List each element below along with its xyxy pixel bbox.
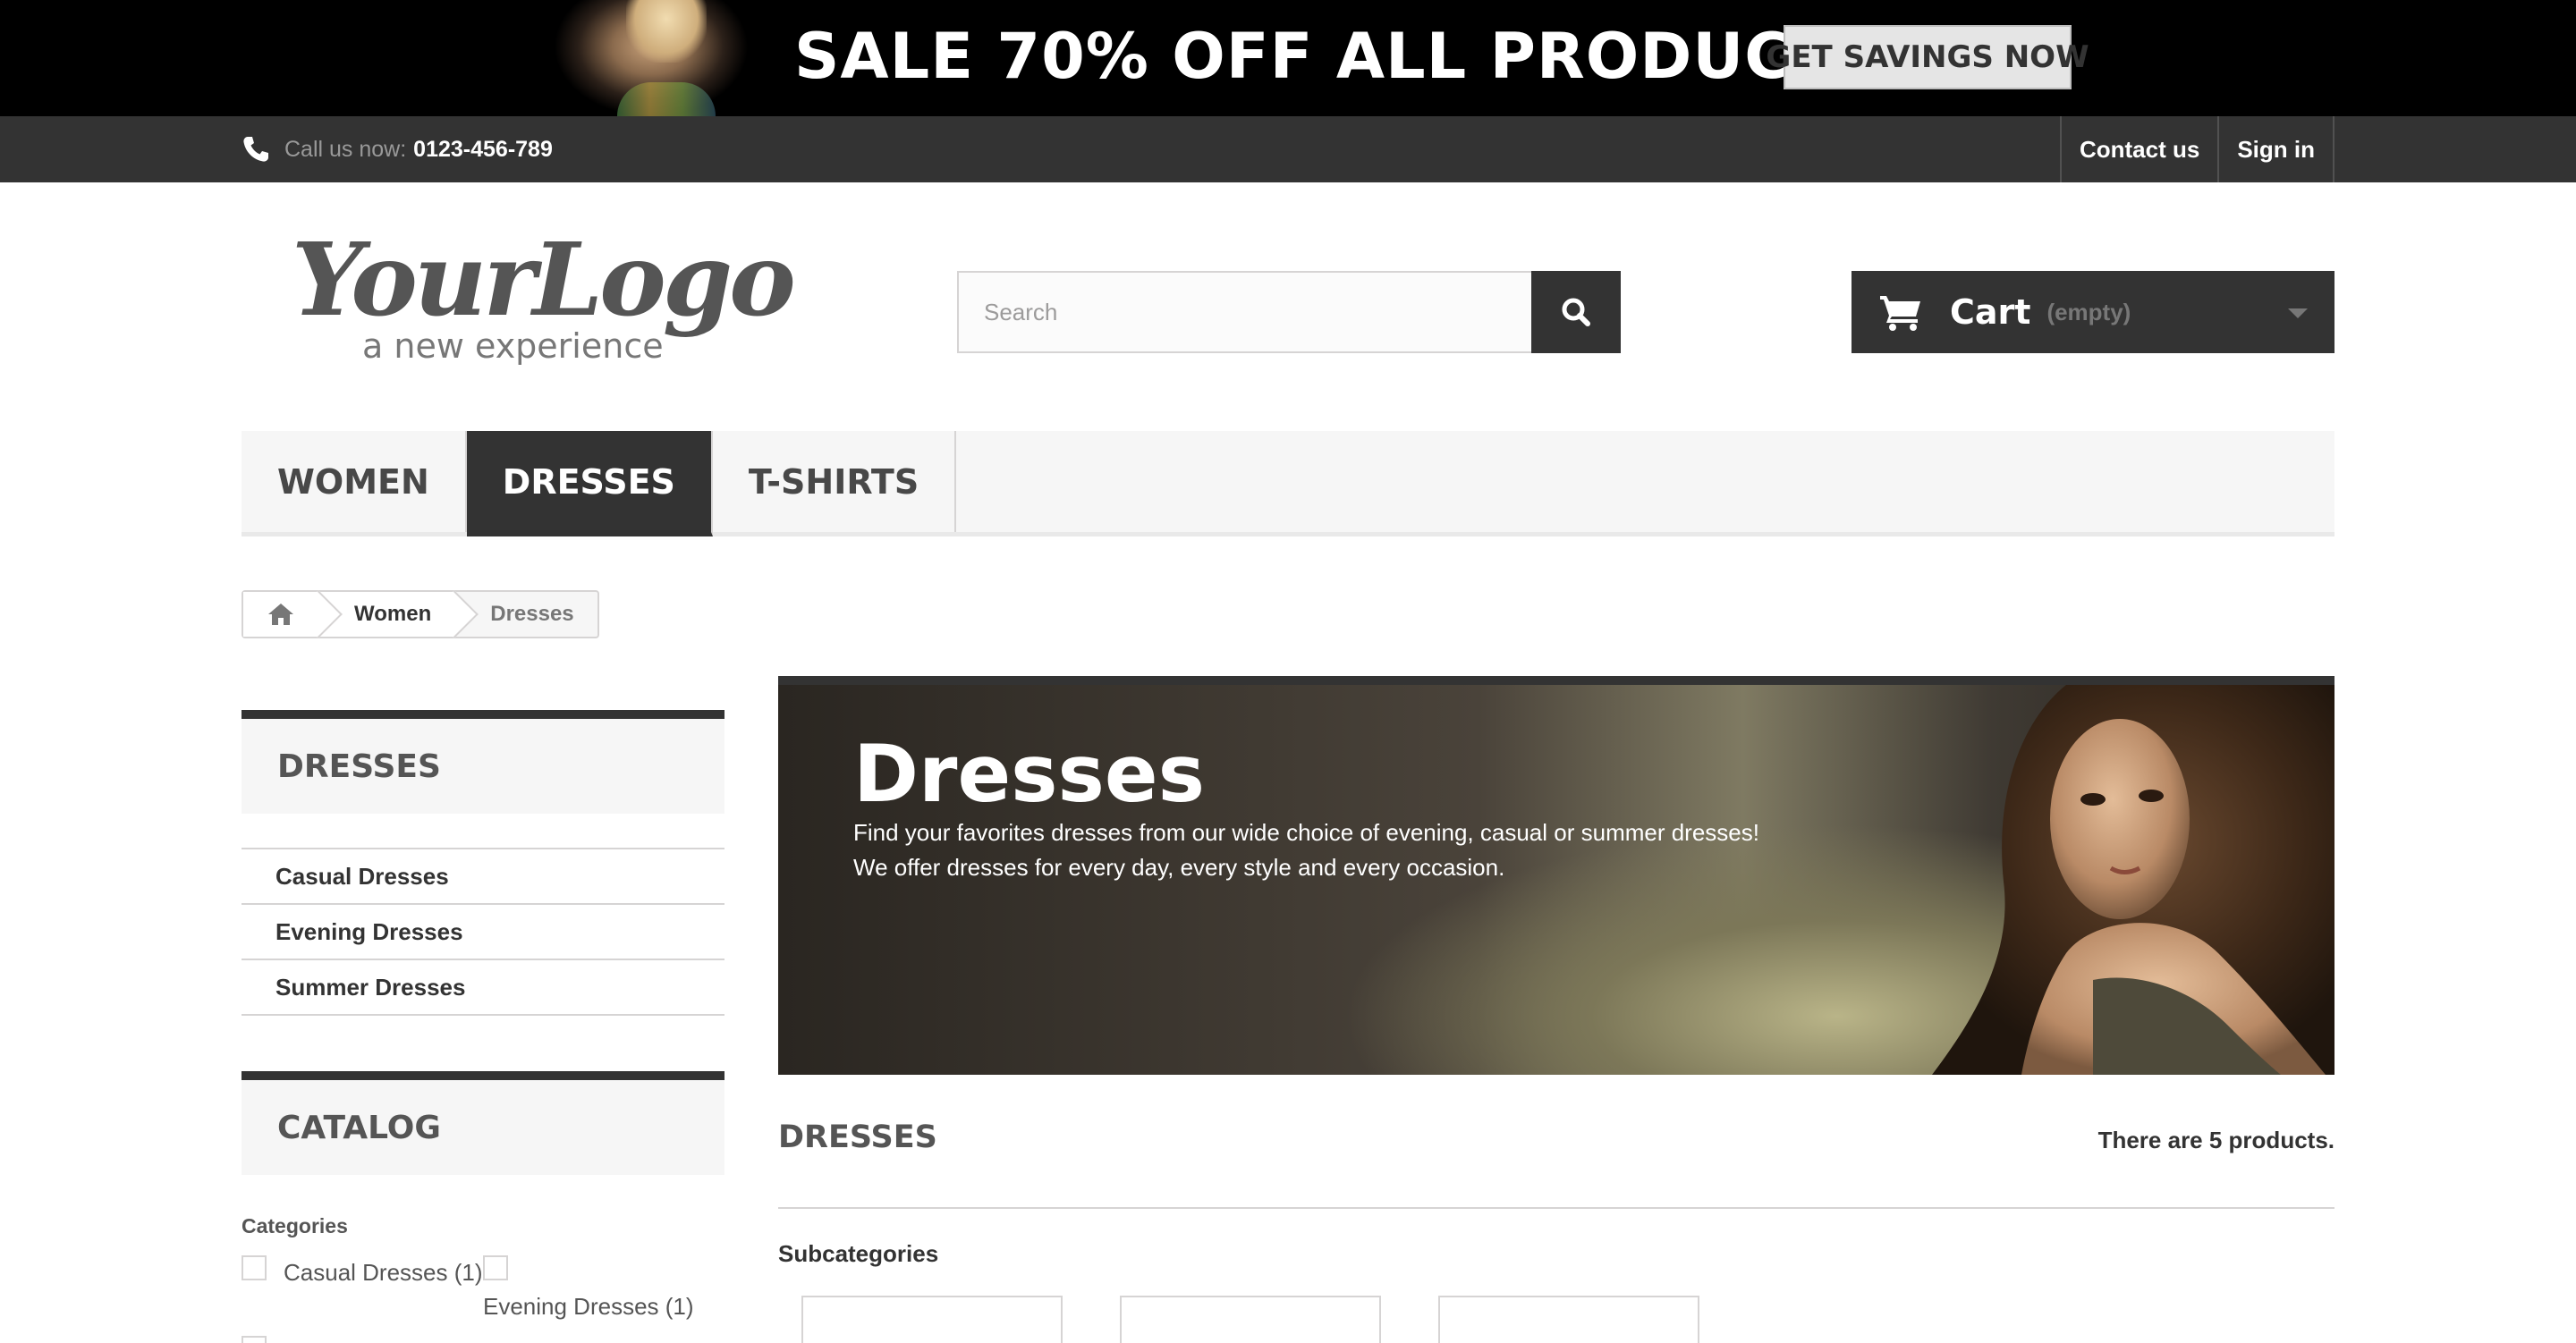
promo-banner[interactable]: SALE 70% OFF ALL PRODUCTS GET SAVINGS NO… (0, 0, 2576, 116)
category-title: Dresses (853, 728, 1205, 820)
sidebar-subcategory-list: Casual Dresses Evening Dresses Summer Dr… (242, 848, 724, 1016)
sign-in-link[interactable]: Sign in (2217, 116, 2334, 182)
contact-us-link[interactable]: Contact us (2059, 116, 2217, 182)
category-description-line: Find your favorites dresses from our wid… (853, 819, 1759, 846)
chevron-down-icon (2288, 308, 2308, 318)
search-icon (1562, 298, 1590, 326)
cart-button[interactable]: Cart (empty) (1852, 271, 2334, 353)
filter-checkbox[interactable] (242, 1336, 267, 1343)
logo-tagline: a new experience (362, 326, 664, 366)
filter-checkbox-evening-dresses[interactable] (483, 1255, 508, 1280)
subcategory-thumbnail-evening-dresses[interactable] (1120, 1296, 1381, 1343)
filter-heading: Categories (242, 1214, 348, 1237)
sidebar-category-title: DRESSES (242, 710, 724, 814)
sidebar-item-summer-dresses[interactable]: Summer Dresses (242, 960, 724, 1016)
category-banner: Dresses Find your favorites dresses from… (778, 676, 2334, 1075)
sidebar-item-evening-dresses[interactable]: Evening Dresses (242, 905, 724, 960)
search-button[interactable] (1531, 271, 1621, 353)
category-description-line: We offer dresses for every day, every st… (853, 854, 1505, 881)
filter-label-casual-dresses[interactable]: Casual Dresses (1) (284, 1259, 483, 1287)
logo-main-text: YourLogo (292, 222, 793, 339)
page-title: DRESSES (778, 1119, 937, 1155)
breadcrumb: Women Dresses (242, 590, 599, 638)
breadcrumb-home[interactable] (243, 590, 343, 638)
product-count: There are 5 products. (2097, 1127, 2334, 1153)
cart-label: Cart (1950, 292, 2031, 332)
menu-item-t-shirts[interactable]: T-SHIRTS (713, 431, 957, 532)
phone-info: Call us now: 0123-456-789 (242, 132, 553, 166)
category-description: Find your favorites dresses from our wid… (853, 815, 1927, 885)
top-bar: Call us now: 0123-456-789 Contact us Sig… (0, 116, 2576, 182)
menu-item-dresses[interactable]: DRESSES (466, 431, 713, 536)
call-us-label: Call us now: (284, 136, 407, 162)
filter-checkbox-casual-dresses[interactable] (242, 1255, 267, 1280)
breadcrumb-label: Dresses (490, 602, 574, 626)
phone-number: 0123-456-789 (413, 136, 553, 162)
breadcrumb-label: Women (354, 602, 432, 626)
cart-icon (1880, 296, 1920, 331)
filter-label-evening-dresses[interactable]: Evening Dresses (1) (483, 1293, 694, 1321)
subcategory-thumbnail-casual-dresses[interactable] (801, 1296, 1063, 1343)
sidebar-catalog-title: CATALOG (242, 1071, 724, 1175)
get-savings-button[interactable]: GET SAVINGS NOW (1766, 25, 2089, 89)
promo-headline: SALE 70% OFF ALL PRODUCTS (794, 20, 1881, 93)
promo-model-image (555, 0, 769, 116)
subcategory-thumbnail-summer-dresses[interactable] (1438, 1296, 1699, 1343)
top-links: Contact us Sign in (2059, 116, 2334, 182)
main-menu: WOMEN DRESSES T-SHIRTS (242, 431, 2334, 536)
phone-icon (243, 137, 268, 162)
cart-status: (empty) (2046, 298, 2131, 325)
divider (778, 1207, 2334, 1209)
subcategories-heading: Subcategories (778, 1240, 939, 1267)
home-icon (268, 604, 293, 625)
search-input[interactable] (957, 271, 1531, 353)
sidebar-item-casual-dresses[interactable]: Casual Dresses (242, 849, 724, 905)
menu-item-women[interactable]: WOMEN (242, 431, 467, 532)
site-logo[interactable]: YourLogo a new experience (286, 215, 796, 376)
search-form (957, 271, 1621, 353)
